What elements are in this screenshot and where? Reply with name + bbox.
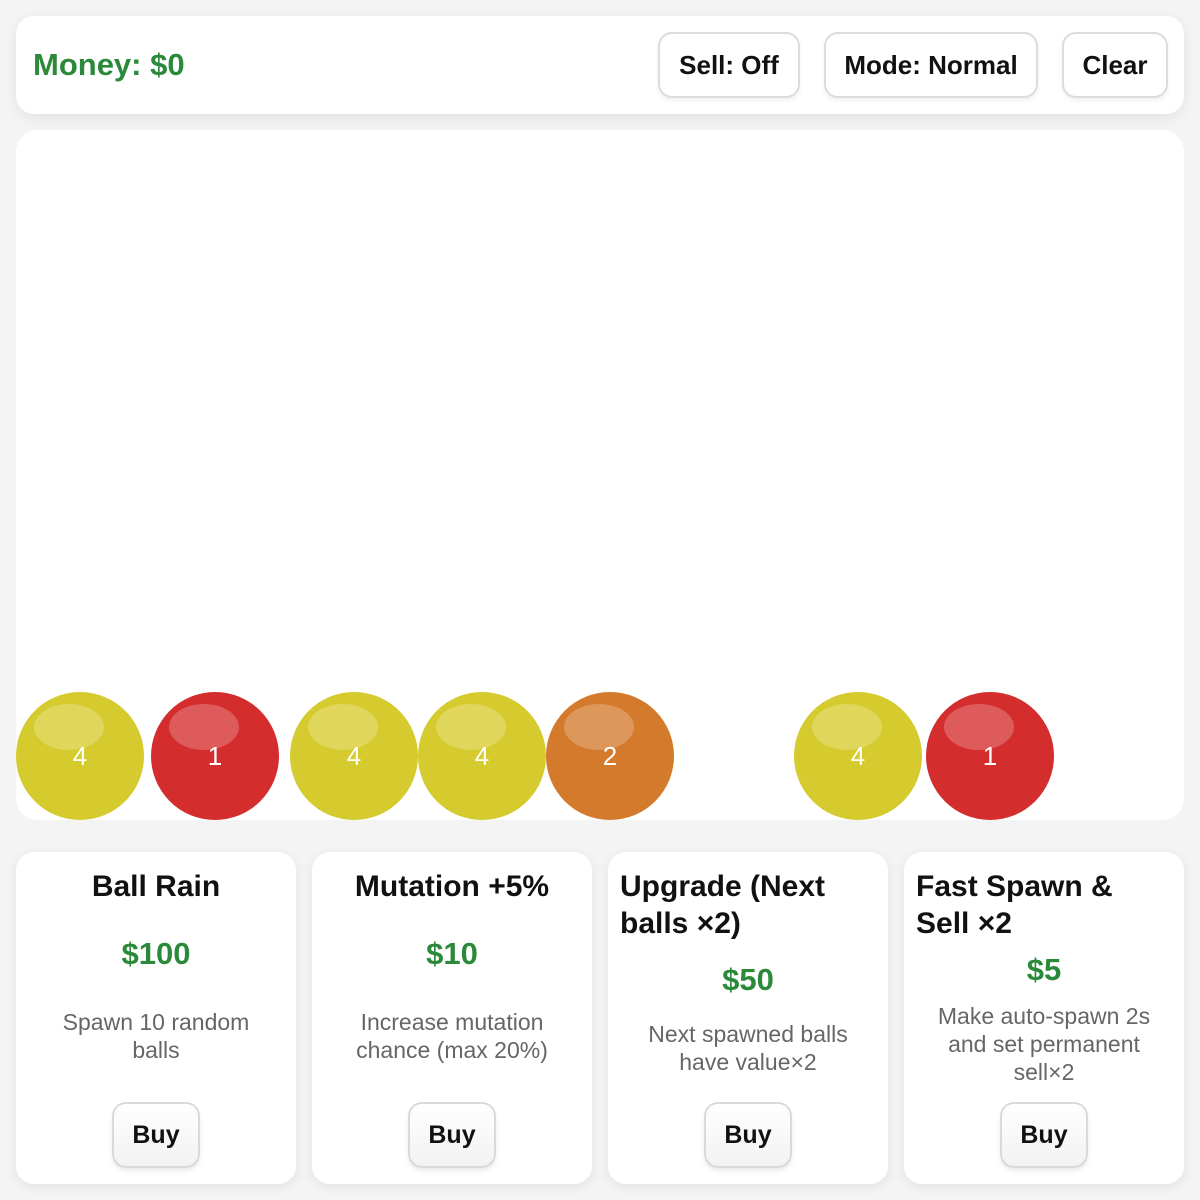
clear-button[interactable]: Clear <box>1062 32 1168 98</box>
ball[interactable]: 1 <box>926 692 1054 820</box>
shop-card-ball-rain: Ball Rain $100 Spawn 10 random balls Buy <box>16 852 296 1184</box>
shop-card-price: $100 <box>121 936 191 971</box>
ball-value: 2 <box>602 740 618 771</box>
shop-card-description: Next spawned balls have value×2 <box>648 1021 848 1075</box>
ball[interactable]: 1 <box>151 692 279 820</box>
buy-button[interactable]: Buy <box>408 1102 496 1168</box>
shop-card-description: Make auto-spawn 2s and set permanent sel… <box>937 1003 1151 1085</box>
ball-value: 4 <box>850 740 866 771</box>
ball-highlight <box>944 704 1014 750</box>
sell-toggle-button[interactable]: Sell: Off <box>658 32 800 98</box>
shop-card-price: $50 <box>722 962 774 997</box>
shop-card-title: Fast Spawn & Sell ×2 <box>916 870 1113 940</box>
buy-button[interactable]: Buy <box>112 1102 200 1168</box>
ball-value: 1 <box>207 740 223 771</box>
shop-card-title: Ball Rain <box>91 870 221 903</box>
ball-highlight <box>308 704 378 750</box>
ball-highlight <box>34 704 104 750</box>
shop-card-mutation: Mutation +5% $10 Increase mutation chanc… <box>312 852 592 1184</box>
ball[interactable]: 4 <box>418 692 546 820</box>
ball-value: 4 <box>474 740 490 771</box>
shop-card-price: $10 <box>426 936 478 971</box>
top-bar: Money: $0 Sell: Off Mode: Normal Clear <box>16 16 1184 114</box>
shop-card-description: Spawn 10 random balls <box>62 1009 250 1063</box>
money-display: Money: $0 <box>33 47 185 82</box>
ball[interactable]: 2 <box>546 692 674 820</box>
ball-value: 4 <box>72 740 88 771</box>
ball-highlight <box>564 704 634 750</box>
ball[interactable]: 4 <box>794 692 922 820</box>
buy-button[interactable]: Buy <box>1000 1102 1088 1168</box>
shop-card-description: Increase mutation chance (max 20%) <box>356 1009 548 1063</box>
buy-button[interactable]: Buy <box>704 1102 792 1168</box>
shop-card-upgrade: Upgrade (Next balls ×2) $50 Next spawned… <box>608 852 888 1184</box>
shop-card-title: Upgrade (Next balls ×2) <box>620 870 826 940</box>
ball[interactable]: 4 <box>290 692 418 820</box>
ball-highlight <box>169 704 239 750</box>
game-playfield[interactable]: 4 1 4 4 2 4 1 <box>16 130 1184 820</box>
ball[interactable]: 4 <box>16 692 144 820</box>
ball-value: 1 <box>982 740 998 771</box>
shop-card-price: $5 <box>1026 952 1062 987</box>
shop-card-title: Mutation +5% <box>354 870 550 903</box>
mode-toggle-button[interactable]: Mode: Normal <box>824 32 1038 98</box>
ball-highlight <box>436 704 506 750</box>
ball-highlight <box>812 704 882 750</box>
ball-value: 4 <box>346 740 362 771</box>
shop-card-fast-spawn: Fast Spawn & Sell ×2 $5 Make auto-spawn … <box>904 852 1184 1184</box>
